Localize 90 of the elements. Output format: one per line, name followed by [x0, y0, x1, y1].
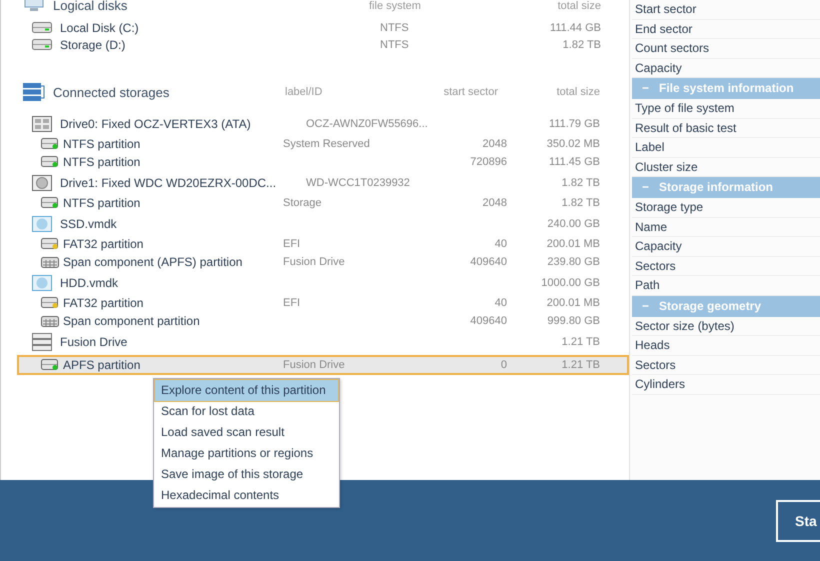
start-sector: 409640: [470, 315, 507, 327]
property-label: Result of basic test: [632, 118, 820, 138]
menu-item[interactable]: Save image of this storage: [155, 464, 338, 485]
total-size: 111.45 GB: [549, 156, 600, 168]
span-disk-icon: [41, 256, 59, 268]
file-system: NTFS: [380, 22, 410, 34]
section-title: Connected storages: [53, 84, 170, 100]
menu-item[interactable]: Load saved scan result: [155, 422, 338, 443]
property-label: End sector: [632, 20, 820, 39]
storage-name[interactable]: SSD.vmdk: [60, 216, 306, 230]
column-header: start sector: [444, 86, 498, 98]
label-id: EFI: [283, 238, 300, 250]
storage-stack-icon: [23, 83, 45, 101]
label-id: Fusion Drive: [283, 256, 345, 268]
label-id: OCZ-AWNZ0FW55696...: [306, 118, 428, 130]
column-header: total size: [558, 0, 601, 12]
property-label: Storage type: [632, 198, 820, 218]
label-id: System Reserved: [283, 138, 370, 150]
property-label: Name: [632, 218, 820, 237]
property-label: Label: [632, 138, 820, 158]
disk-name[interactable]: Local Disk (C:): [60, 20, 380, 34]
storage-name[interactable]: Fusion Drive: [60, 334, 306, 348]
storage-name[interactable]: Drive1: Fixed WDC WD20EZRX-00DC...: [60, 176, 306, 190]
selected-row[interactable]: APFS partition Fusion Drive 0 1.21 TB: [17, 355, 629, 375]
monitor-icon: [23, 0, 45, 12]
total-size: 200.01 MB: [546, 297, 600, 309]
property-label: Sector size (bytes): [632, 316, 820, 336]
partition-icon: [41, 359, 59, 371]
property-label: Cylinders: [632, 375, 820, 394]
storage-name[interactable]: Span component (APFS) partition: [63, 255, 283, 269]
total-size: 240.00 GB: [547, 218, 600, 230]
disk-name[interactable]: Storage (D:): [60, 38, 380, 52]
property-label: Start sector: [632, 0, 820, 20]
column-header: total size: [556, 86, 600, 98]
storage-name[interactable]: NTFS partition: [63, 155, 283, 169]
menu-item[interactable]: Manage partitions or regions: [155, 443, 338, 464]
total-size: 1.21 TB: [562, 359, 600, 371]
property-label: Sectors: [632, 356, 820, 375]
property-label: Sectors: [632, 256, 820, 276]
start-sector: 2048: [482, 197, 507, 209]
total-size: 111.79 GB: [549, 118, 600, 130]
partition-icon: [41, 238, 59, 250]
storage-name[interactable]: HDD.vmdk: [60, 276, 306, 290]
total-size: 1000.00 GB: [541, 276, 600, 288]
property-label: Count sectors: [632, 39, 820, 58]
storage-name[interactable]: Span component partition: [63, 314, 283, 328]
partition-icon: [41, 156, 59, 168]
label-id: Fusion Drive: [283, 359, 345, 371]
total-size: 1.82 TB: [562, 38, 601, 50]
menu-item[interactable]: Hexadecimal contents: [155, 485, 338, 506]
start-sector: 40: [494, 297, 507, 309]
start-sector: 720896: [470, 156, 507, 168]
property-label: Capacity: [632, 237, 820, 256]
property-label: Type of file system: [632, 99, 820, 118]
total-size: 999.80 GB: [547, 315, 600, 327]
storage-name[interactable]: APFS partition: [63, 358, 283, 372]
property-label: Heads: [632, 336, 820, 356]
storage-name[interactable]: NTFS partition: [63, 196, 283, 210]
total-size: 1.21 TB: [562, 336, 600, 348]
storage-name[interactable]: NTFS partition: [63, 137, 283, 151]
column-header: file system: [369, 0, 421, 12]
partition-icon: [41, 138, 59, 150]
partition-icon: [41, 197, 59, 209]
label-id: WD-WCC1T0239932: [306, 176, 410, 188]
total-size: 200.01 MB: [546, 238, 600, 250]
label-id: Storage: [283, 197, 322, 209]
server-icon: [32, 332, 52, 350]
menu-item[interactable]: Explore content of this partition: [155, 380, 338, 401]
drive-icon: [32, 174, 52, 190]
start-sector: 2048: [482, 138, 507, 150]
start-sector: 0: [500, 359, 507, 371]
storage-name[interactable]: FAT32 partition: [63, 296, 283, 310]
section-title: Logical disks: [53, 0, 128, 12]
total-size: 1.82 TB: [562, 176, 600, 188]
storage-name[interactable]: Drive0: Fixed OCZ-VERTEX3 (ATA): [60, 116, 306, 130]
start-button[interactable]: Sta: [776, 500, 820, 542]
label-id: EFI: [283, 297, 300, 309]
column-header: label/ID: [285, 86, 322, 98]
storage-name[interactable]: FAT32 partition: [63, 237, 283, 251]
start-sector: 40: [494, 238, 507, 250]
span-disk-icon: [41, 316, 59, 326]
menu-item[interactable]: Scan for lost data: [155, 401, 338, 422]
total-size: 1.82 TB: [562, 197, 600, 209]
drive-icon: [32, 116, 52, 132]
file-system: NTFS: [380, 38, 410, 50]
total-size: 350.02 MB: [546, 138, 600, 150]
partition-icon: [41, 297, 59, 309]
total-size: 239.80 GB: [547, 256, 600, 268]
total-size: 111.44 GB: [550, 22, 601, 34]
start-sector: 409640: [470, 256, 507, 268]
